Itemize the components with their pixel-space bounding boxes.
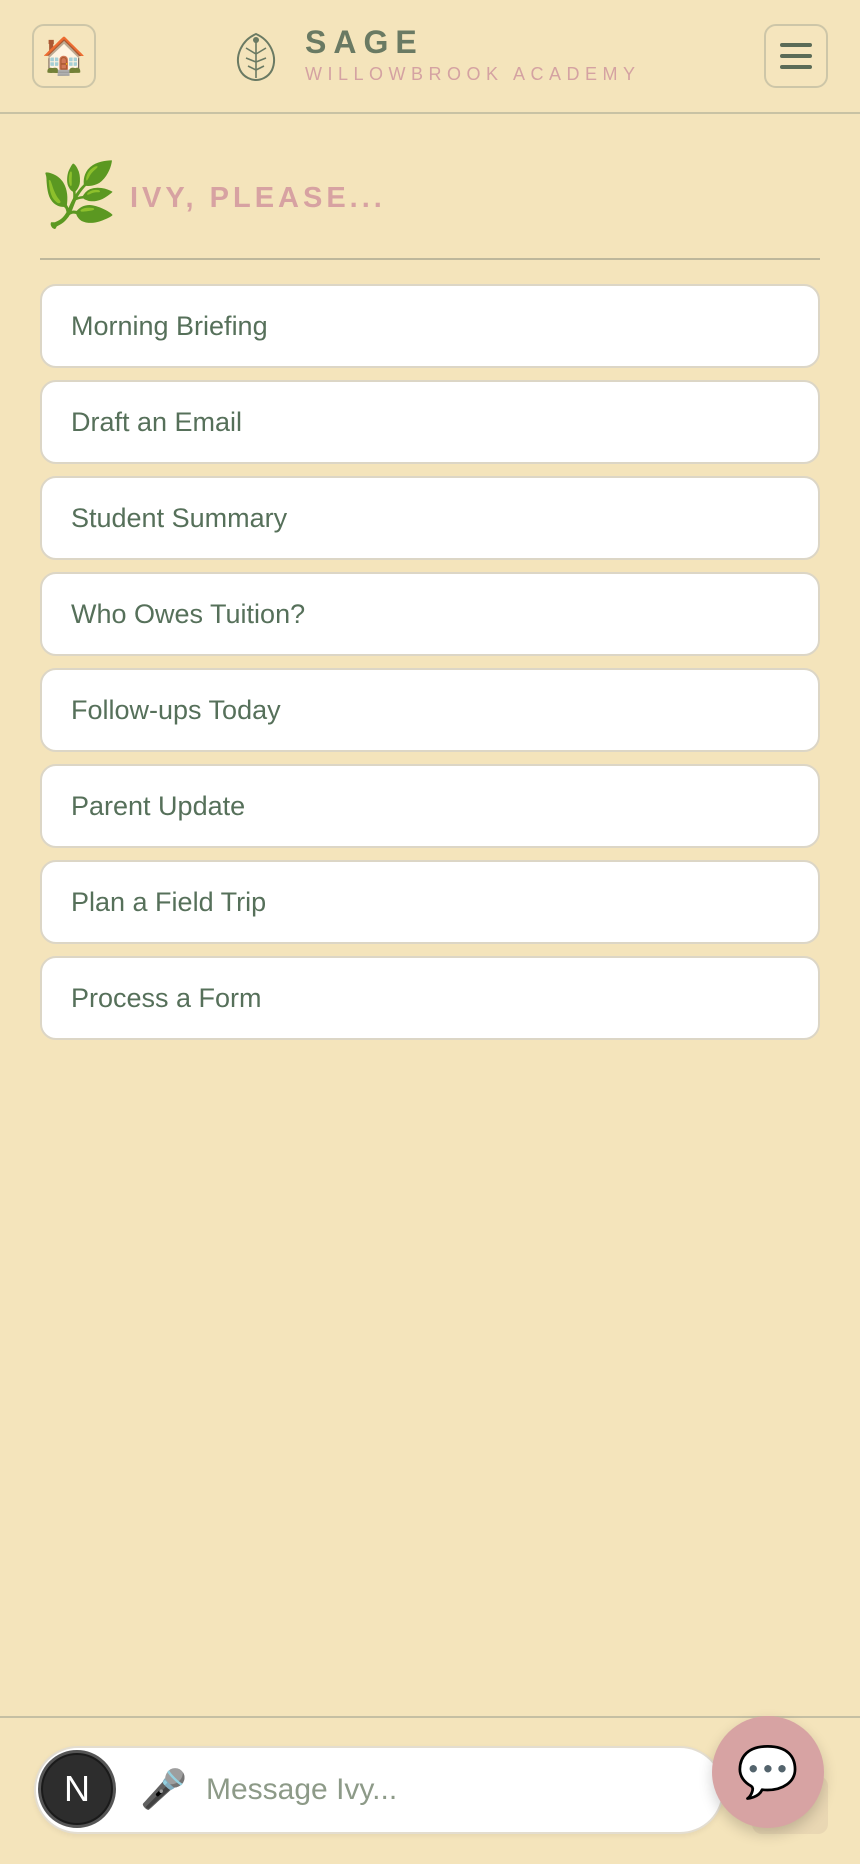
section-header: 🌿 IVY, PLEASE... bbox=[40, 160, 820, 260]
microphone-icon[interactable]: 🎤 bbox=[140, 1768, 187, 1812]
menu-icon-line bbox=[780, 54, 812, 58]
action-student-summary[interactable]: Student Summary bbox=[40, 476, 820, 560]
herb-leaf-icon: 🌿 bbox=[40, 161, 118, 230]
menu-icon-line bbox=[780, 43, 812, 47]
header: 🏠 SAGE WILLOWBROOK ACADEMY bbox=[0, 0, 860, 114]
action-draft-email[interactable]: Draft an Email bbox=[40, 380, 820, 464]
action-process-form[interactable]: Process a Form bbox=[40, 956, 820, 1040]
action-list: Morning Briefing Draft an Email Student … bbox=[40, 284, 820, 1052]
action-follow-ups-today[interactable]: Follow-ups Today bbox=[40, 668, 820, 752]
brand-subtitle: WILLOWBROOK ACADEMY bbox=[305, 64, 641, 84]
action-who-owes-tuition[interactable]: Who Owes Tuition? bbox=[40, 572, 820, 656]
chat-button[interactable]: 💬 bbox=[712, 1716, 824, 1828]
speech-bubble-icon: 💬 bbox=[736, 1743, 800, 1800]
home-icon: 🏠 bbox=[41, 35, 87, 76]
section-title: IVY, PLEASE... bbox=[130, 182, 386, 214]
action-parent-update[interactable]: Parent Update bbox=[40, 764, 820, 848]
app-root: 🏠 SAGE WILLOWBROOK ACADEMY 🌿 IVY, PLEASE… bbox=[0, 0, 860, 1864]
message-input[interactable] bbox=[206, 1766, 686, 1814]
action-plan-field-trip[interactable]: Plan a Field Trip bbox=[40, 860, 820, 944]
action-morning-briefing[interactable]: Morning Briefing bbox=[40, 284, 820, 368]
user-avatar[interactable]: N bbox=[38, 1750, 116, 1828]
leaf-logo-icon bbox=[237, 32, 275, 82]
menu-icon-line bbox=[780, 65, 812, 69]
brand-title: SAGE bbox=[305, 24, 424, 60]
home-button[interactable]: 🏠 bbox=[32, 24, 96, 88]
menu-button[interactable] bbox=[764, 24, 828, 88]
